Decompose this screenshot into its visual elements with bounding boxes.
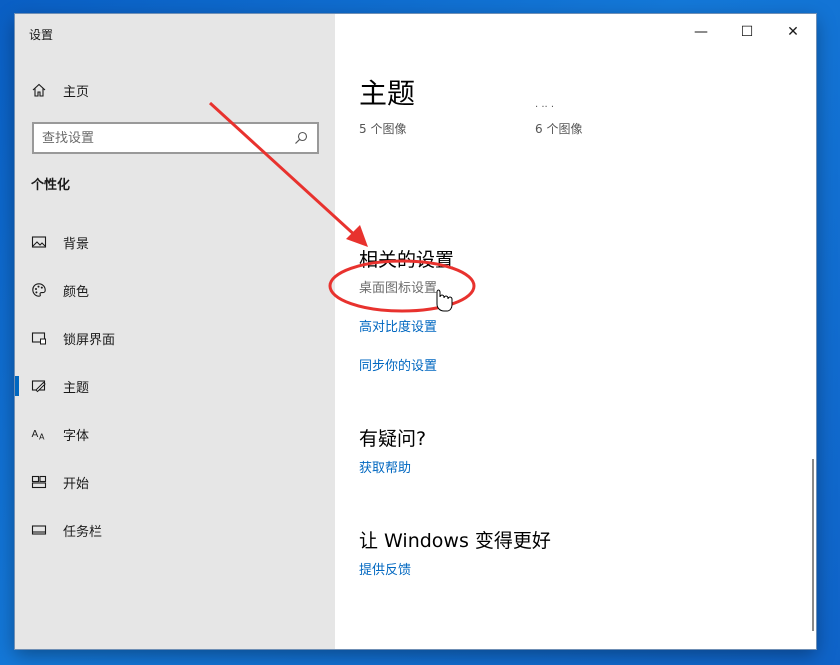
- svg-text:A: A: [39, 433, 45, 442]
- app-title: 设置: [29, 28, 54, 42]
- main-content: — ☐ ✕ 主题 · ·· · 5 个图像 6 个图像 相关的设置 桌面图标设置…: [335, 14, 816, 649]
- theme-brush-icon: [31, 378, 47, 394]
- search-icon[interactable]: [293, 130, 309, 146]
- start-tiles-icon: [31, 474, 47, 490]
- palette-icon: [31, 282, 47, 298]
- section-title: 个性化: [31, 178, 71, 193]
- sidebar-item-label: 主题: [63, 380, 90, 396]
- theme-caption[interactable]: 5 个图像: [359, 120, 406, 137]
- sidebar-item-themes[interactable]: 主题: [15, 362, 335, 410]
- sidebar-item-start[interactable]: 开始: [15, 458, 335, 506]
- search-input[interactable]: [42, 130, 293, 146]
- window-controls: — ☐ ✕: [678, 14, 816, 50]
- sidebar-item-label: 背景: [63, 236, 90, 252]
- lock-screen-icon: [31, 330, 47, 346]
- sidebar-item-taskbar[interactable]: 任务栏: [15, 506, 335, 554]
- improve-windows-heading: 让 Windows 变得更好: [359, 530, 551, 552]
- sidebar-item-label: 开始: [63, 476, 90, 492]
- svg-text:A: A: [32, 429, 39, 440]
- home-label: 主页: [63, 84, 90, 100]
- background-image-icon: [31, 234, 47, 250]
- theme-caption[interactable]: 6 个图像: [535, 120, 582, 137]
- theme-tile-partial-label: · ·· ·: [535, 102, 555, 108]
- sidebar-item-label: 任务栏: [63, 524, 103, 540]
- maximize-button[interactable]: ☐: [724, 14, 770, 50]
- give-feedback-link[interactable]: 提供反馈: [359, 559, 411, 578]
- sidebar-item-colors[interactable]: 颜色: [15, 266, 335, 314]
- minimize-button[interactable]: —: [678, 14, 724, 50]
- home-icon: [31, 82, 47, 98]
- sidebar-item-label: 颜色: [63, 284, 90, 300]
- font-icon: AA: [31, 426, 47, 442]
- close-button[interactable]: ✕: [770, 14, 816, 50]
- sync-settings-link[interactable]: 同步你的设置: [359, 355, 437, 374]
- sidebar-item-label: 字体: [63, 428, 90, 444]
- home-nav-item[interactable]: 主页: [31, 78, 89, 102]
- sidebar-item-background[interactable]: 背景: [15, 218, 335, 266]
- sidebar-item-fonts[interactable]: AA 字体: [15, 410, 335, 458]
- sidebar: 设置 主页 个性化 背景: [15, 14, 335, 649]
- get-help-link[interactable]: 获取帮助: [359, 457, 411, 476]
- taskbar-icon: [31, 522, 47, 538]
- high-contrast-settings-link[interactable]: 高对比度设置: [359, 316, 437, 335]
- sidebar-item-lock-screen[interactable]: 锁屏界面: [15, 314, 335, 362]
- settings-window: 设置 主页 个性化 背景: [15, 14, 816, 649]
- scrollbar[interactable]: [812, 459, 814, 631]
- page-title: 主题: [359, 77, 416, 110]
- desktop-icon-settings-link[interactable]: 桌面图标设置: [359, 277, 437, 296]
- related-settings-heading: 相关的设置: [359, 249, 455, 271]
- sidebar-nav: 背景 颜色 锁屏界面 主题 A A 字体 开始 任务栏: [15, 218, 335, 554]
- sidebar-item-label: 锁屏界面: [63, 332, 116, 348]
- questions-heading: 有疑问?: [359, 428, 427, 450]
- search-box[interactable]: [32, 122, 319, 154]
